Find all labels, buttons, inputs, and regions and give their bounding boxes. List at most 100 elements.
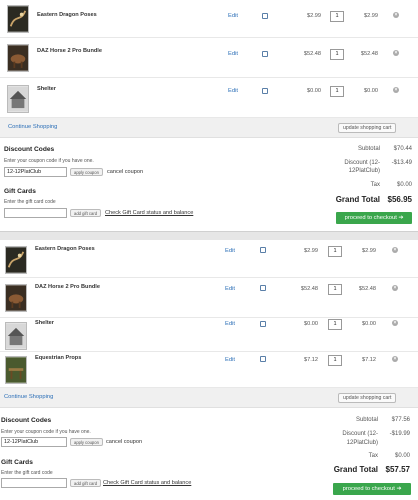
proceed-to-checkout-button[interactable]: proceed to checkout ➔ (333, 483, 411, 495)
grand-total-label: Grand Total (335, 195, 380, 204)
product-name[interactable]: Shelter (35, 320, 54, 326)
gift-heading: Gift Cards (4, 188, 36, 195)
tax-value: $0.00 (394, 453, 410, 459)
edit-link[interactable]: Edit (225, 286, 235, 292)
product-name[interactable]: Equestrian Props (35, 355, 81, 361)
product-name[interactable]: Eastern Dragon Poses (35, 246, 95, 252)
subtotal-label: Subtotal (355, 417, 378, 423)
gift-hint: Enter the gift card code (4, 199, 56, 205)
cart-row: Equestrian Props Edit $7.12 1 $7.12 × (0, 352, 418, 388)
discount-label: Discount (12- (344, 160, 380, 166)
edit-link[interactable]: Edit (225, 248, 235, 254)
edit-link[interactable]: Edit (228, 88, 238, 94)
discount-label: Discount (12- (342, 431, 378, 437)
cart-row: Eastern Dragon Poses Edit $2.99 1 $2.99 … (0, 240, 418, 278)
discount-heading: Discount Codes (1, 417, 52, 424)
horse-thumbnail[interactable] (5, 284, 27, 312)
quantity-input[interactable]: 1 (328, 284, 342, 295)
coupon-input[interactable]: 12-12PlatClub (4, 167, 67, 177)
gift-heading: Gift Cards (1, 459, 33, 466)
line-total: $52.48 (360, 51, 378, 57)
line-total: $7.12 (362, 357, 376, 363)
add-gift-card-button[interactable]: add gift card (70, 209, 102, 217)
edit-link[interactable]: Edit (225, 321, 235, 327)
tax-label: Tax (368, 453, 378, 459)
dragon-thumbnail[interactable] (7, 5, 29, 33)
product-name[interactable]: DAZ Horse 2 Pro Bundle (35, 284, 100, 290)
quantity-input[interactable]: 1 (328, 246, 342, 257)
grand-total-label: Grand Total (333, 465, 378, 474)
grand-total-value: $57.57 (385, 465, 410, 474)
product-name[interactable]: Eastern Dragon Poses (37, 12, 97, 18)
update-cart-button[interactable]: update shopping cart (338, 393, 397, 403)
quantity-input[interactable]: 1 (328, 319, 342, 330)
unit-price: $0.00 (304, 321, 318, 327)
gift-hint: Enter the gift card code (1, 470, 53, 476)
props-thumbnail[interactable] (5, 356, 27, 384)
cancel-coupon-link[interactable]: cancel coupon (107, 169, 143, 175)
apply-coupon-button[interactable]: apply coupon (70, 438, 103, 446)
cart-row: Shelter Edit $0.00 1 $0.00 × (0, 78, 418, 118)
subtotal-value: $77.56 (391, 417, 410, 423)
cart-row: Shelter Edit $0.00 1 $0.00 × (0, 318, 418, 352)
edit-link[interactable]: Edit (228, 13, 238, 19)
cart-row: DAZ Horse 2 Pro Bundle Edit $52.48 1 $52… (0, 38, 418, 78)
line-total: $0.00 (362, 321, 376, 327)
horse-thumbnail[interactable] (7, 44, 29, 72)
dragon-thumbnail[interactable] (5, 246, 27, 274)
remove-icon[interactable]: × (392, 356, 398, 362)
checkbox-icon[interactable] (262, 88, 268, 94)
remove-icon[interactable]: × (393, 87, 399, 93)
check-gift-card-link[interactable]: Check Gift Card status and balance (105, 210, 193, 216)
quantity-input[interactable]: 1 (330, 86, 344, 97)
line-total: $2.99 (362, 248, 376, 254)
discount-label-code: 12PlatClub) (348, 168, 380, 174)
remove-icon[interactable]: × (393, 50, 399, 56)
add-gift-card-button[interactable]: add gift card (70, 479, 102, 487)
unit-price: $52.48 (303, 51, 321, 57)
discount-label-code: 12PlatClub) (346, 440, 378, 446)
coupon-hint: Enter your coupon code if you have one. (1, 429, 91, 435)
product-name[interactable]: DAZ Horse 2 Pro Bundle (37, 48, 102, 54)
line-total: $0.00 (364, 88, 378, 94)
remove-icon[interactable]: × (393, 12, 399, 18)
remove-icon[interactable]: × (392, 320, 398, 326)
unit-price: $52.48 (300, 286, 318, 292)
check-gift-card-link[interactable]: Check Gift Card status and balance (103, 480, 191, 486)
apply-coupon-button[interactable]: apply coupon (70, 168, 103, 176)
continue-shopping-link[interactable]: Continue Shopping (8, 124, 57, 130)
edit-link[interactable]: Edit (225, 357, 235, 363)
update-cart-button[interactable]: update shopping cart (338, 123, 397, 133)
continue-shopping-link[interactable]: Continue Shopping (4, 394, 53, 400)
discount-value: -$13.49 (391, 160, 412, 166)
coupon-input[interactable]: 12-12PlatClub (1, 437, 67, 447)
discount-heading: Discount Codes (4, 146, 55, 153)
quantity-input[interactable]: 1 (330, 49, 344, 60)
edit-link[interactable]: Edit (228, 51, 238, 57)
cart-actions-bar: Continue Shopping update shopping cart (0, 388, 418, 408)
remove-icon[interactable]: × (392, 285, 398, 291)
quantity-input[interactable]: 1 (330, 11, 344, 22)
checkbox-icon[interactable] (260, 321, 266, 327)
checkbox-icon[interactable] (262, 51, 268, 57)
cancel-coupon-link[interactable]: cancel coupon (106, 439, 142, 445)
proceed-to-checkout-button[interactable]: proceed to checkout ➔ (336, 212, 412, 224)
shelter-thumbnail[interactable] (7, 85, 29, 113)
unit-price: $7.12 (304, 357, 318, 363)
discount-value: -$19.99 (389, 431, 410, 437)
shelter-thumbnail[interactable] (5, 322, 27, 350)
gift-card-input[interactable] (4, 208, 67, 218)
checkbox-icon[interactable] (262, 13, 268, 19)
gift-card-input[interactable] (1, 478, 67, 488)
tax-value: $0.00 (396, 182, 412, 188)
checkbox-icon[interactable] (260, 356, 266, 362)
unit-price: $2.99 (304, 248, 318, 254)
checkbox-icon[interactable] (260, 285, 266, 291)
product-name[interactable]: Shelter (37, 86, 56, 92)
remove-icon[interactable]: × (392, 247, 398, 253)
cart-panel-1: Eastern Dragon Poses Edit $2.99 1 $2.99 … (0, 0, 418, 232)
checkbox-icon[interactable] (260, 247, 266, 253)
cart-panel-2: Eastern Dragon Poses Edit $2.99 1 $2.99 … (0, 240, 418, 500)
line-total: $2.99 (364, 13, 378, 19)
quantity-input[interactable]: 1 (328, 355, 342, 366)
